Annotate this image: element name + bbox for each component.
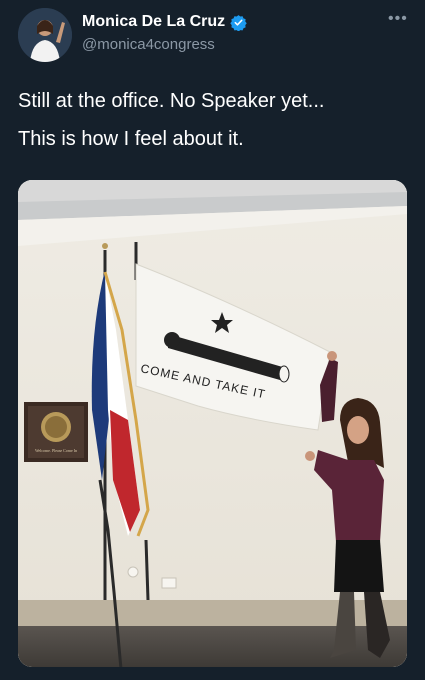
avatar-image xyxy=(18,8,72,62)
wall-plaque: Welcome. Please Come In xyxy=(24,402,88,462)
author-handle[interactable]: @monica4congress xyxy=(82,36,215,53)
plaque-caption: Welcome. Please Come In xyxy=(35,448,77,453)
tweet-text-line-1: Still at the office. No Speaker yet... xyxy=(18,90,325,112)
bottom-edge xyxy=(0,668,425,680)
author-display-name[interactable]: Monica De La Cruz xyxy=(82,13,225,31)
more-horizontal-icon[interactable]: ••• xyxy=(388,10,408,28)
tweet-text-line-2: This is how I feel about it. xyxy=(18,128,244,150)
avatar[interactable] xyxy=(18,8,72,62)
tweet-photo[interactable]: Welcome. Please Come In COME AND TAKE IT xyxy=(18,180,407,667)
author-name-row[interactable]: Monica De La Cruz xyxy=(82,13,247,31)
verified-badge-icon xyxy=(230,14,247,31)
tweet[interactable]: Monica De La Cruz @monica4congress ••• S… xyxy=(0,0,425,680)
photo-scene: Welcome. Please Come In COME AND TAKE IT xyxy=(18,180,407,667)
